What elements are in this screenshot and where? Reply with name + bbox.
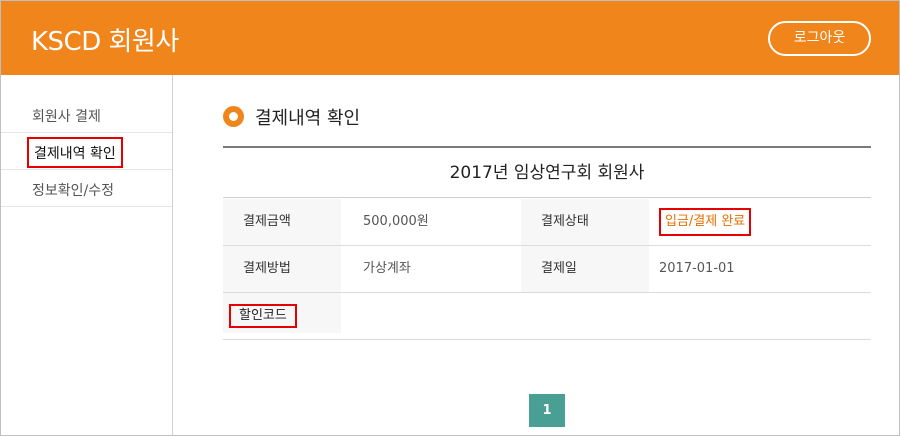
label-payment-status: 결제상태 xyxy=(521,199,649,245)
sidebar-item-label: 회원사 결제 xyxy=(32,109,101,125)
label-payment-method: 결제방법 xyxy=(223,246,341,292)
label-discount-code: 할인코드 xyxy=(229,304,297,328)
value-discount-code xyxy=(341,293,521,339)
sidebar-item-info-edit[interactable]: 정보확인/수정 xyxy=(1,170,172,207)
label-discount-code-cell: 할인코드 xyxy=(223,293,341,333)
sidebar-item-member-payment[interactable]: 회원사 결제 xyxy=(1,96,172,133)
logout-button[interactable]: 로그아웃 xyxy=(768,21,871,56)
brand-title: KSCD 회원사 xyxy=(31,27,179,57)
value-payment-amount: 500,000원 xyxy=(363,214,429,229)
circle-bullet-icon xyxy=(223,106,244,127)
sidebar-item-payment-history[interactable]: 결제내역 확인 xyxy=(1,133,172,170)
status-badge: 입금/결제 완료 xyxy=(659,208,752,236)
sidebar-item-label: 정보확인/수정 xyxy=(32,183,114,199)
sidebar-item-label: 결제내역 확인 xyxy=(27,137,123,168)
top-header: KSCD 회원사 로그아웃 xyxy=(1,1,899,75)
label-payment-date: 결제일 xyxy=(521,246,649,292)
label-payment-amount: 결제금액 xyxy=(223,199,341,245)
value-payment-method: 가상계좌 xyxy=(363,261,411,276)
pagination-page-button[interactable]: 1 xyxy=(529,394,565,427)
table-row: 할인코드 xyxy=(223,293,871,340)
value-payment-date: 2017-01-01 xyxy=(659,261,735,276)
table-row: 결제방법 가상계좌 결제일 2017-01-01 xyxy=(223,246,871,293)
page-title: 결제내역 확인 xyxy=(255,108,361,129)
table-row: 결제금액 500,000원 결제상태 입금/결제 완료 xyxy=(223,199,871,246)
table-title: 2017년 임상연구회 회원사 xyxy=(223,148,871,198)
sidebar: 회원사 결제 결제내역 확인 정보확인/수정 xyxy=(1,75,173,435)
value-payment-status-cell: 입금/결제 완료 xyxy=(649,199,871,245)
app-frame: KSCD 회원사 로그아웃 회원사 결제 결제내역 확인 정보확인/수정 결제내… xyxy=(0,0,900,436)
